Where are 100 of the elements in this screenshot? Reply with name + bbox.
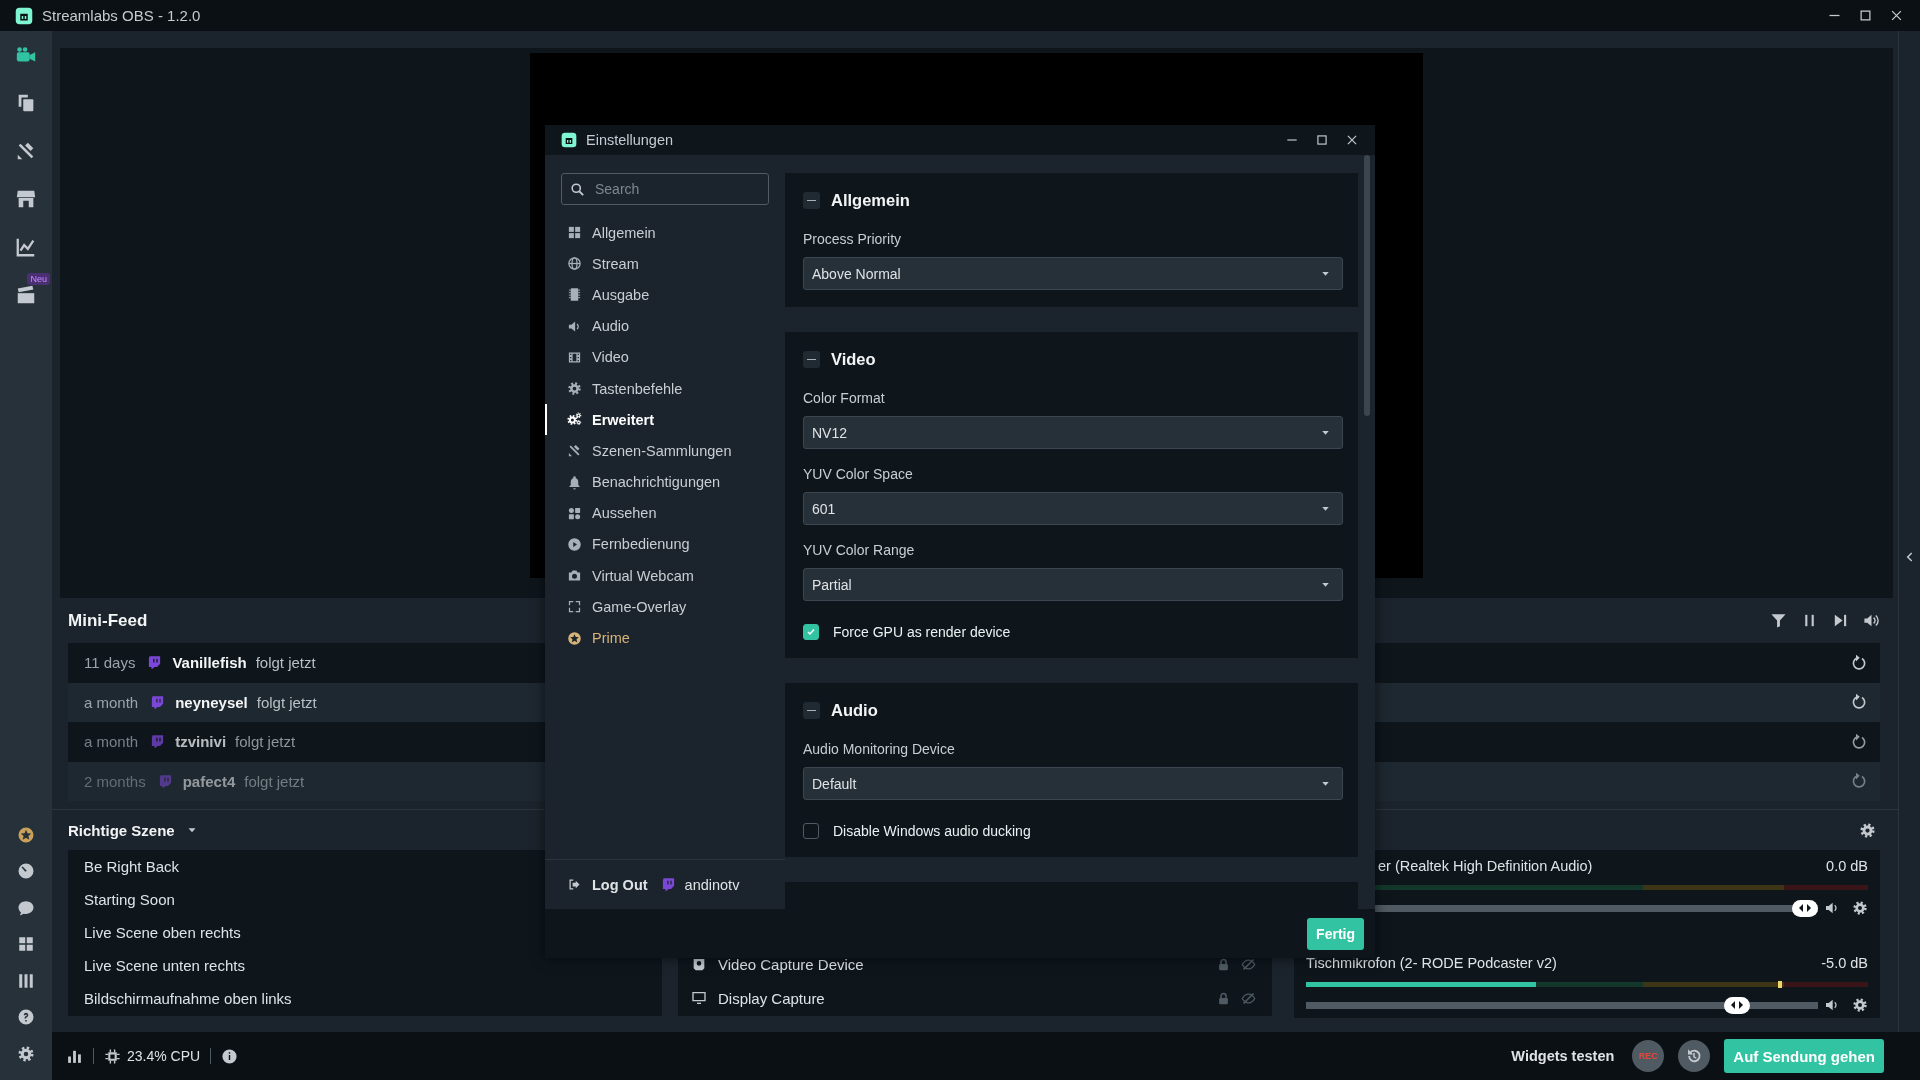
close-icon[interactable] xyxy=(1345,133,1359,147)
settings-nav-item[interactable]: Ausgabe xyxy=(545,279,785,311)
settings-nav-item[interactable]: Audio xyxy=(545,310,785,342)
bell-icon xyxy=(567,474,582,490)
info-icon[interactable] xyxy=(221,1047,239,1065)
event-action: folgt jetzt xyxy=(256,693,317,711)
channel-name: Tischmikrofon (2- RODE Podcaster v2) xyxy=(1306,955,1557,971)
chat-icon[interactable] xyxy=(17,898,35,917)
repeat-icon[interactable] xyxy=(1850,732,1868,751)
cpu-icon xyxy=(104,1047,121,1065)
speaker-icon[interactable] xyxy=(1824,900,1840,916)
checkbox[interactable] xyxy=(803,823,819,839)
volume-icon[interactable] xyxy=(1863,612,1880,629)
chip-icon xyxy=(567,287,582,303)
nav-label: Erweitert xyxy=(592,411,655,428)
settings-icon[interactable] xyxy=(17,1044,35,1063)
gear-icon xyxy=(567,381,582,397)
settings-nav-item[interactable]: Tastenbefehle xyxy=(545,372,785,405)
checkbox[interactable] xyxy=(803,624,819,640)
apps-icon xyxy=(567,505,582,521)
cpu-usage: 23.4% CPU xyxy=(127,1048,201,1064)
settings-nav-item[interactable]: Prime xyxy=(545,622,785,654)
nav-label: Stream xyxy=(592,255,639,272)
close-icon[interactable] xyxy=(1889,8,1904,23)
settings-icon[interactable] xyxy=(1859,821,1876,839)
new-badge: Neu xyxy=(27,273,50,285)
settings-nav-item[interactable]: Video xyxy=(545,341,785,373)
dropdown[interactable]: NV12 xyxy=(803,416,1343,449)
tools-icon xyxy=(567,443,582,459)
store-icon[interactable] xyxy=(15,188,37,210)
star-icon[interactable] xyxy=(17,825,35,844)
clapperboard-icon[interactable] xyxy=(15,284,37,306)
lock-icon[interactable] xyxy=(1216,990,1231,1006)
help-icon[interactable] xyxy=(17,1008,35,1027)
dropdown[interactable]: Above Normal xyxy=(803,257,1343,290)
field-label: Color Format xyxy=(803,389,886,407)
twitch-icon xyxy=(157,773,173,789)
field-label: Process Priority xyxy=(803,230,903,248)
twitch-icon xyxy=(150,694,166,710)
event-action: folgt jetzt xyxy=(255,654,316,672)
test-widgets-button[interactable]: Widgets testen xyxy=(1511,1048,1615,1064)
settings-nav-item[interactable]: Virtual Webcam xyxy=(545,560,785,592)
collapse-button[interactable] xyxy=(803,350,820,368)
eye-slash-icon[interactable] xyxy=(1241,957,1256,973)
settings-nav-item[interactable]: Game-Overlay xyxy=(545,591,785,623)
username: Vanillefish xyxy=(172,654,247,672)
source-name[interactable]: Display Capture xyxy=(718,989,825,1007)
speaker-icon[interactable] xyxy=(1824,997,1840,1013)
slider-thumb[interactable] xyxy=(1792,899,1818,917)
filter-icon[interactable] xyxy=(1770,612,1787,629)
repeat-icon[interactable] xyxy=(1850,653,1868,672)
settings-nav-item[interactable]: Benachrichtigungen xyxy=(545,466,785,498)
nav-label: Game-Overlay xyxy=(592,598,687,615)
search-field[interactable]: Search xyxy=(561,173,769,205)
dropdown[interactable]: Partial xyxy=(803,568,1343,601)
channel-reading: -5.0 dB xyxy=(1821,955,1868,971)
lock-icon[interactable] xyxy=(1216,957,1231,973)
event-action: folgt jetzt xyxy=(244,772,305,790)
event-action: folgt jetzt xyxy=(235,733,296,751)
collapse-button[interactable] xyxy=(803,191,820,209)
check-icon xyxy=(805,626,817,638)
grid-icon xyxy=(567,225,582,241)
repeat-icon[interactable] xyxy=(1850,693,1868,712)
slider-thumb[interactable] xyxy=(1723,996,1750,1014)
settings-nav-item[interactable]: Erweitert xyxy=(545,404,785,436)
settings-nav-item[interactable]: Stream xyxy=(545,248,785,280)
settings-icon[interactable] xyxy=(1852,997,1868,1013)
source-name[interactable]: Video Capture Device xyxy=(718,956,864,974)
app-logo-icon xyxy=(15,6,33,25)
maximize-icon[interactable] xyxy=(1858,8,1873,23)
channel-name: er (Realtek High Definition Audio) xyxy=(1377,858,1593,874)
scrollbar-thumb[interactable] xyxy=(1363,155,1370,416)
dropdown[interactable]: Default xyxy=(803,767,1343,800)
settings-nav-item[interactable]: Fernbedienung xyxy=(545,528,785,561)
log-out-button[interactable]: Log Out xyxy=(567,876,648,893)
settings-nav-item[interactable]: Allgemein xyxy=(545,217,785,249)
app-logo-icon xyxy=(561,132,577,148)
event-time: 2 months xyxy=(84,772,146,790)
eye-slash-icon[interactable] xyxy=(1241,990,1256,1006)
scene-item[interactable]: Live Scene unten rechts xyxy=(68,949,662,982)
columns-icon[interactable] xyxy=(17,971,35,990)
dropdown[interactable]: 601 xyxy=(803,492,1343,525)
settings-icon[interactable] xyxy=(1852,900,1868,916)
star-icon xyxy=(567,630,582,646)
replay-button[interactable] xyxy=(1678,1040,1711,1072)
scene-item[interactable]: Bildschirmaufnahme oben links xyxy=(68,982,662,1015)
chart-icon[interactable] xyxy=(15,236,37,258)
event-time: 11 days xyxy=(84,654,136,672)
replay-icon xyxy=(1685,1047,1704,1065)
gauge-icon[interactable] xyxy=(17,862,35,881)
grid-icon[interactable] xyxy=(17,935,35,954)
username: pafect4 xyxy=(182,772,236,790)
dialog-title: Einstellungen xyxy=(586,132,674,148)
settings-nav-item[interactable]: Aussehen xyxy=(545,497,785,529)
settings-nav-item[interactable]: Szenen-Sammlungen xyxy=(545,435,785,467)
nav-label: Virtual Webcam xyxy=(592,567,694,584)
skip-icon[interactable] xyxy=(1832,612,1849,629)
maximize-icon[interactable] xyxy=(1315,133,1329,147)
collapse-button[interactable] xyxy=(803,701,820,719)
scene-collection-title[interactable]: Richtige Szene xyxy=(68,821,175,839)
